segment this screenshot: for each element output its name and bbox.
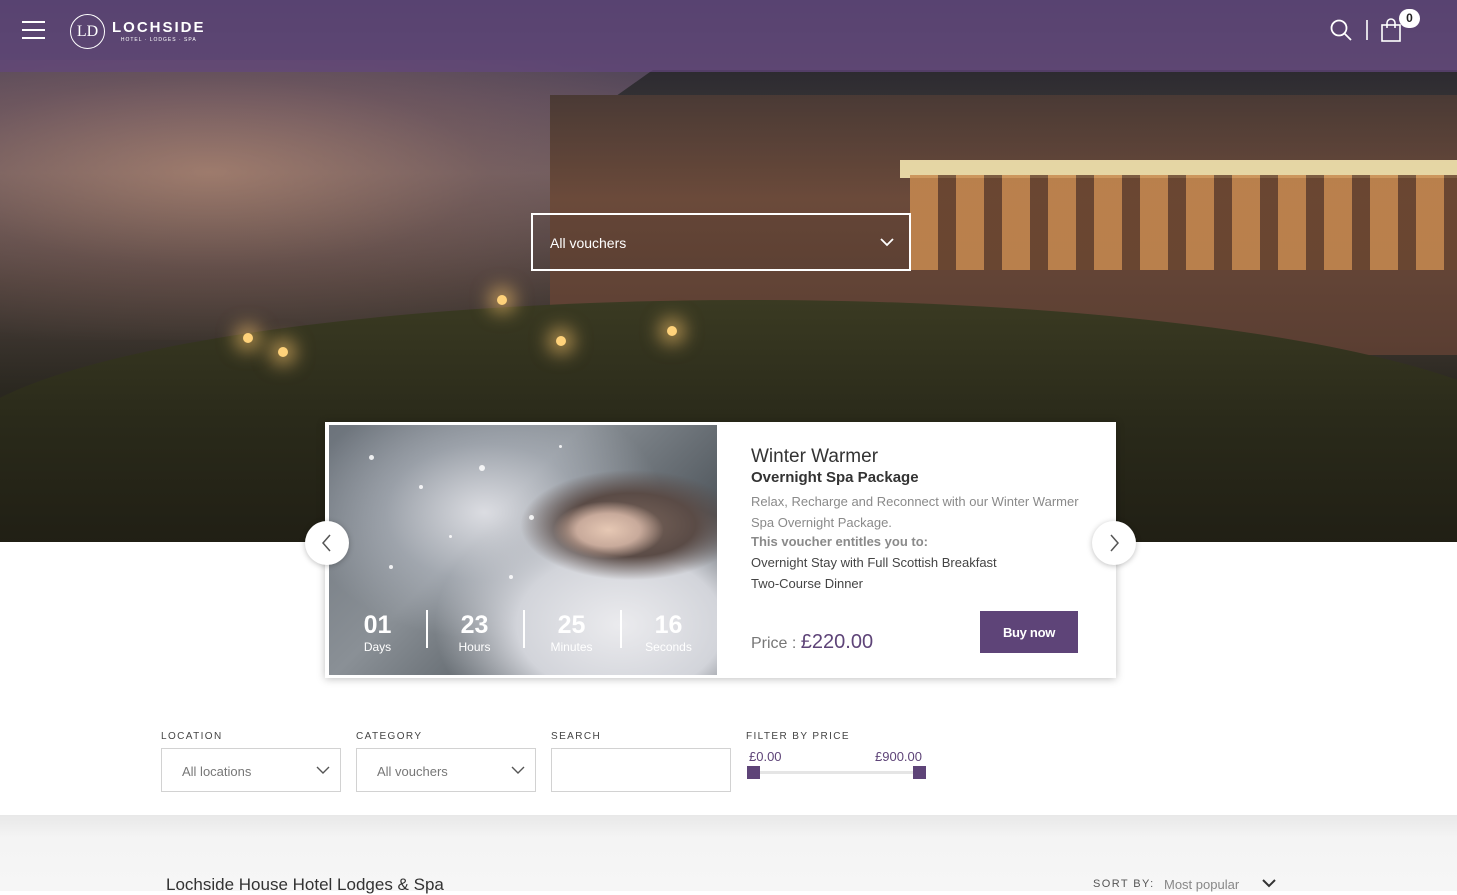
voucher-title: Winter Warmer xyxy=(751,446,879,467)
carousel-next-button[interactable] xyxy=(1092,521,1136,565)
voucher-inclusion-item: Two-Course Dinner xyxy=(751,576,863,591)
voucher-entitles-heading: This voucher entitles you to: xyxy=(751,534,928,549)
sort-by-select[interactable]: Most popular xyxy=(1164,877,1239,892)
hero-voucher-select[interactable]: All vouchers xyxy=(531,213,911,271)
hero-lamp xyxy=(497,295,507,305)
voucher-price: Price : £220.00 xyxy=(751,631,873,654)
countdown-seconds: 16 Seconds xyxy=(620,602,717,662)
voucher-price-label: Price : xyxy=(751,635,797,652)
hero-lamp xyxy=(667,326,677,336)
voucher-price-value: £220.00 xyxy=(800,631,874,653)
search-filter-label: SEARCH xyxy=(551,731,602,742)
countdown-label: Days xyxy=(363,640,392,654)
hero-lamp xyxy=(556,336,566,346)
location-select-value: All locations xyxy=(182,764,252,779)
countdown-value: 01 xyxy=(363,611,392,639)
hero-lamp xyxy=(243,333,253,343)
countdown-label: Hours xyxy=(458,640,491,654)
chevron-right-icon xyxy=(1110,534,1119,552)
countdown-hours: 23 Hours xyxy=(426,602,523,662)
brand-logo-mark: LD xyxy=(70,14,105,49)
buy-now-button[interactable]: Buy now xyxy=(980,611,1078,653)
countdown-label: Seconds xyxy=(645,640,692,654)
search-icon[interactable] xyxy=(1329,18,1353,42)
price-slider-min-handle[interactable] xyxy=(747,766,760,779)
price-filter-label: FILTER BY PRICE xyxy=(746,731,850,742)
voucher-listing-section: Lochside House Hotel Lodges & Spa SORT B… xyxy=(0,815,1457,894)
chevron-down-icon[interactable] xyxy=(1262,879,1276,888)
hero-lamp xyxy=(278,347,288,357)
menu-icon[interactable] xyxy=(22,21,45,41)
voucher-description: Relax, Recharge and Reconnect with our W… xyxy=(751,494,1079,530)
brand-logo[interactable]: LD LOCHSIDE HOTEL · LODGES · SPA xyxy=(70,14,206,49)
chevron-down-icon xyxy=(316,766,330,774)
countdown-value: 16 xyxy=(654,611,683,639)
countdown-timer: 01 Days 23 Hours 25 Minutes 16 Seconds xyxy=(329,602,717,662)
chevron-down-icon xyxy=(511,766,525,774)
hero-voucher-select-value: All vouchers xyxy=(550,235,627,251)
location-select[interactable]: All locations xyxy=(161,748,341,792)
price-slider-max-handle[interactable] xyxy=(913,766,926,779)
countdown-value: 25 xyxy=(557,611,586,639)
countdown-label: Minutes xyxy=(550,640,593,654)
countdown-days: 01 Days xyxy=(329,602,426,662)
brand-tagline: HOTEL · LODGES · SPA xyxy=(120,36,197,43)
site-header: LD LOCHSIDE HOTEL · LODGES · SPA 0 xyxy=(0,0,1457,72)
sort-by-label: SORT BY: xyxy=(1093,878,1155,890)
brand-name: LOCHSIDE xyxy=(112,18,206,36)
listing-heading: Lochside House Hotel Lodges & Spa xyxy=(166,875,444,894)
countdown-value: 23 xyxy=(460,611,489,639)
chevron-down-icon xyxy=(880,238,894,247)
price-max-value: £900.00 xyxy=(875,749,922,764)
hero-veranda-windows xyxy=(910,175,1457,270)
location-filter-label: LOCATION xyxy=(161,731,223,742)
price-slider-track[interactable] xyxy=(752,771,920,774)
voucher-inclusion-item: Overnight Stay with Full Scottish Breakf… xyxy=(751,555,997,570)
cart-count-badge: 0 xyxy=(1399,9,1420,28)
countdown-minutes: 25 Minutes xyxy=(523,602,620,662)
carousel-prev-button[interactable] xyxy=(305,521,349,565)
category-filter-label: CATEGORY xyxy=(356,731,423,742)
price-min-value: £0.00 xyxy=(749,749,782,764)
featured-voucher-card: 01 Days 23 Hours 25 Minutes 16 Seconds W… xyxy=(325,422,1116,678)
voucher-subtitle: Overnight Spa Package xyxy=(751,469,919,486)
category-select[interactable]: All vouchers xyxy=(356,748,536,792)
header-divider xyxy=(1366,20,1368,40)
category-select-value: All vouchers xyxy=(377,764,448,779)
search-input[interactable] xyxy=(551,748,731,792)
chevron-left-icon xyxy=(322,534,331,552)
